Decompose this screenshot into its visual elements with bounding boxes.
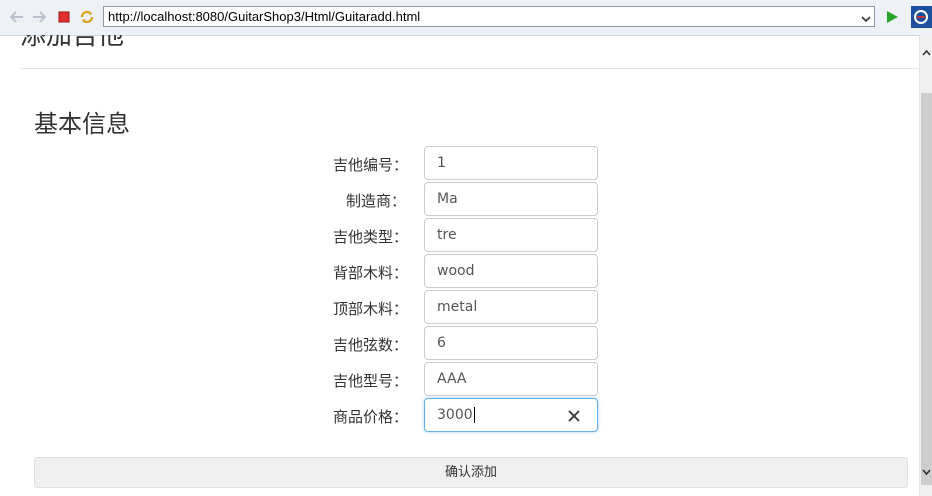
stop-icon[interactable] [56, 9, 72, 25]
scroll-up-icon[interactable] [920, 45, 932, 59]
form-row-top-wood: 顶部木料： metal [0, 289, 919, 325]
field-label: 吉他类型： [332, 228, 408, 246]
form-row-guitar-type: 吉他类型： tre [0, 217, 919, 253]
clear-icon[interactable] [567, 408, 581, 422]
field-value[interactable]: AAA [437, 371, 467, 387]
field-value[interactable]: wood [437, 263, 474, 279]
field-value[interactable]: 1 [437, 155, 446, 171]
field-value[interactable]: metal [437, 299, 477, 315]
form-row-price: 商品价格： 3000 [0, 397, 919, 433]
section-title: 基本信息 [34, 110, 130, 138]
form-row-guitar-id: 吉他编号： 1 [0, 145, 919, 181]
form-row-back-wood: 背部木料： wood [0, 253, 919, 289]
field-value[interactable]: 3000 [437, 407, 473, 423]
model-input[interactable]: AAA [424, 362, 598, 396]
address-bar[interactable]: http://localhost:8080/GuitarShop3/Html/G… [103, 6, 875, 27]
field-label: 顶部木料： [332, 300, 408, 318]
refresh-icon[interactable] [79, 9, 95, 25]
guitar-type-input[interactable]: tre [424, 218, 598, 252]
top-wood-input[interactable]: metal [424, 290, 598, 324]
manufacturer-input[interactable]: Ma [424, 182, 598, 216]
address-url[interactable]: http://localhost:8080/GuitarShop3/Html/G… [108, 9, 420, 24]
browser-toolbar: http://localhost:8080/GuitarShop3/Html/G… [0, 0, 932, 36]
field-value-wrap[interactable]: 3000 [437, 407, 475, 423]
field-label: 商品价格： [332, 408, 408, 426]
go-icon[interactable] [884, 9, 900, 25]
confirm-add-button[interactable]: 确认添加 [34, 457, 908, 488]
scrollbar-thumb[interactable] [921, 93, 932, 485]
field-label: 制造商： [345, 192, 406, 210]
guitar-id-input[interactable]: 1 [424, 146, 598, 180]
vertical-scrollbar[interactable] [919, 35, 932, 496]
price-input[interactable]: 3000 [424, 398, 598, 432]
form-row-manufacturer: 制造商： Ma [0, 181, 919, 217]
string-count-input[interactable]: 6 [424, 326, 598, 360]
field-value[interactable]: tre [437, 227, 457, 243]
field-value[interactable]: Ma [437, 191, 458, 207]
divider [20, 68, 918, 69]
back-icon[interactable] [9, 9, 25, 25]
field-label: 背部木料： [332, 264, 408, 282]
field-value[interactable]: 6 [437, 335, 446, 351]
field-label: 吉他型号： [332, 372, 408, 390]
field-label: 吉他弦数： [332, 336, 408, 354]
scroll-down-icon[interactable] [920, 464, 932, 478]
text-caret [473, 407, 475, 423]
field-label: 吉他编号： [332, 156, 408, 174]
dropdown-icon[interactable] [860, 10, 872, 23]
extension-icon[interactable] [911, 6, 932, 28]
back-wood-input[interactable]: wood [424, 254, 598, 288]
form-row-model: 吉他型号： AAA [0, 361, 919, 397]
forward-icon[interactable] [31, 9, 47, 25]
form-row-string-count: 吉他弦数： 6 [0, 325, 919, 361]
